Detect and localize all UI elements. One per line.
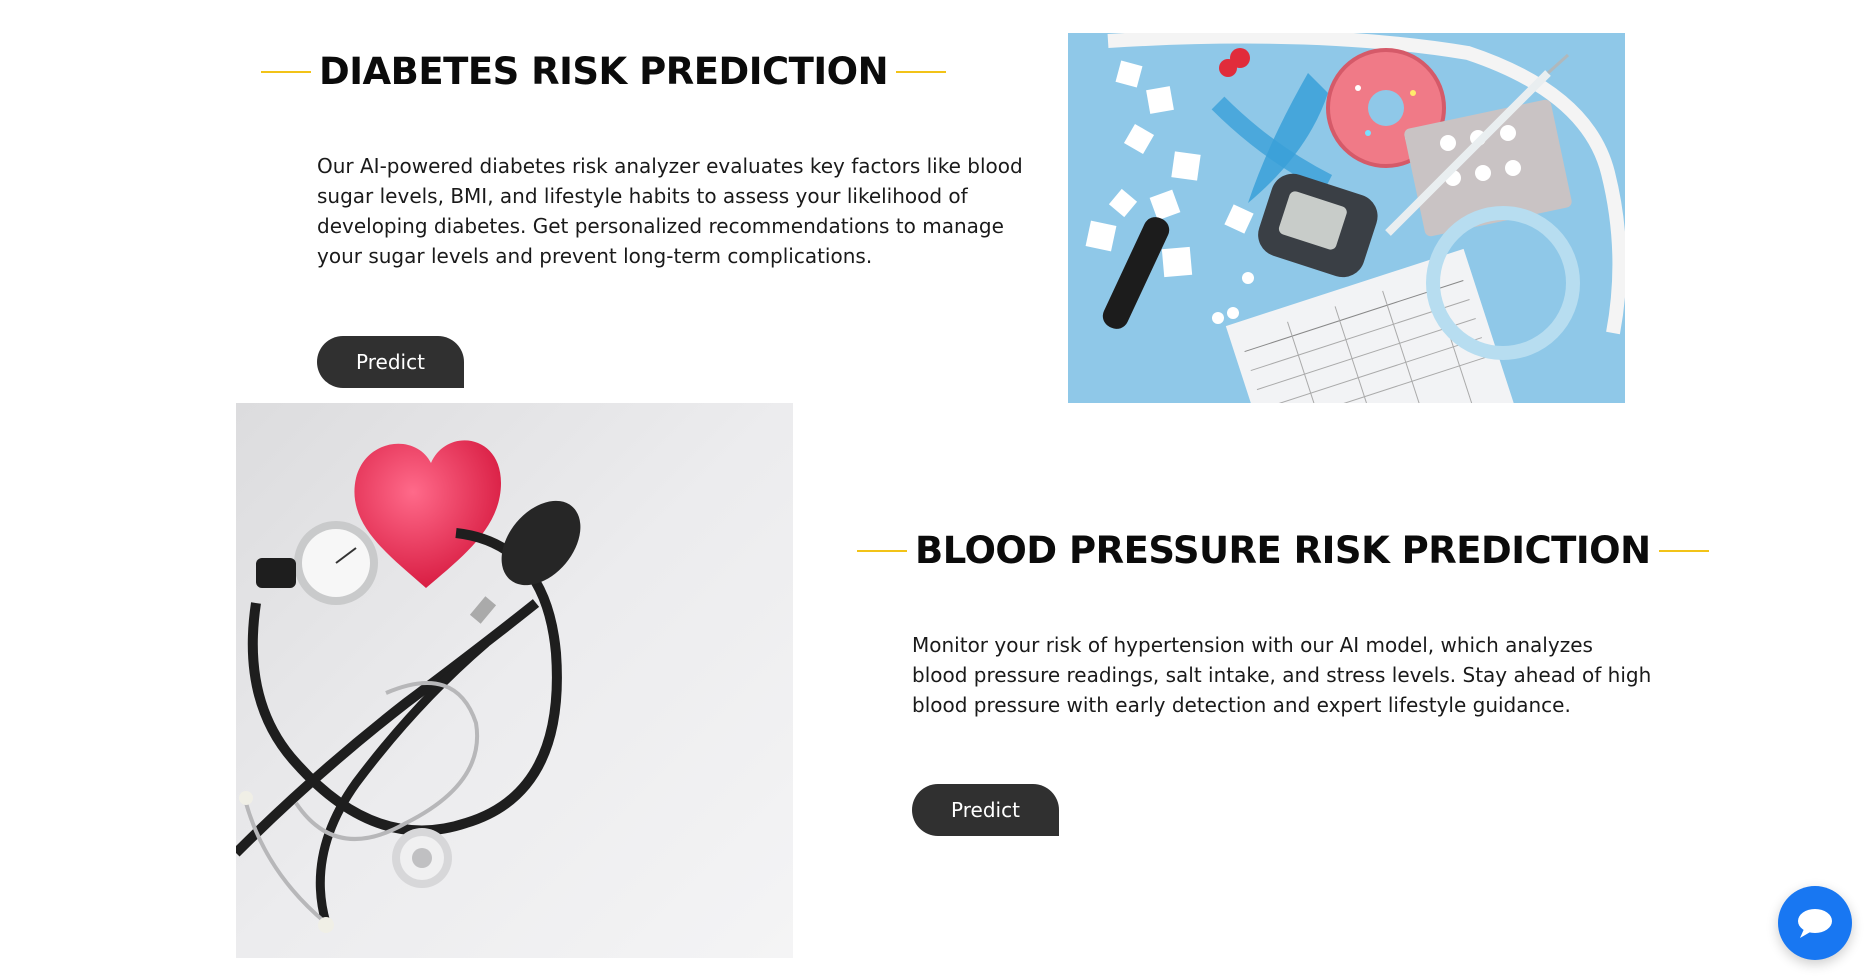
diabetes-supplies-photo [1068,33,1625,403]
diabetes-title-text: DIABETES RISK PREDICTION [319,50,889,93]
title-accent-line-right [896,70,947,73]
blood-pressure-predict-button[interactable]: Predict [912,784,1059,836]
blood-pressure-description: Monitor your risk of hypertension with o… [912,633,1652,717]
chat-button[interactable] [1778,886,1852,960]
title-accent-line-left [857,549,907,552]
diabetes-description: Our AI-powered diabetes risk analyzer ev… [317,154,1023,268]
diabetes-predict-button[interactable]: Predict [317,336,464,388]
title-accent-line-left [261,70,311,73]
diabetes-section-title: DIABETES RISK PREDICTION [261,50,947,93]
chat-bubble-icon [1798,909,1832,938]
page: DIABETES RISK PREDICTION Our AI-powered … [0,0,1865,980]
blood-pressure-section-title: BLOOD PRESSURE RISK PREDICTION [857,529,1709,572]
blood-pressure-title-text: BLOOD PRESSURE RISK PREDICTION [915,529,1651,572]
blood-pressure-photo [236,403,793,958]
title-accent-line-right [1658,549,1709,552]
